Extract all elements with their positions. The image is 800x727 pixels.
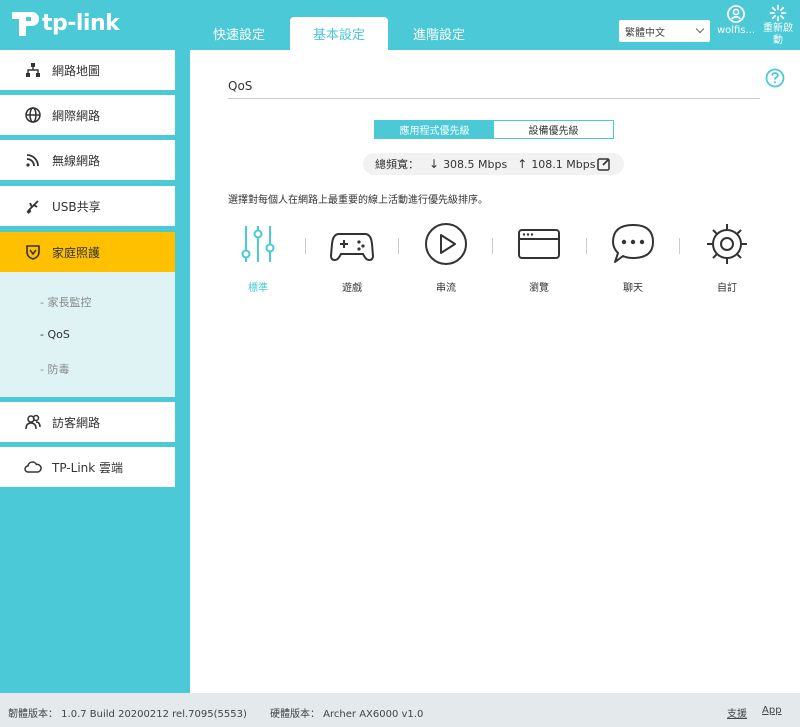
- sidebar-item-label: 訪客網路: [52, 415, 101, 430]
- upload-speed: 108.1 Mbps: [531, 157, 596, 171]
- tab-advanced[interactable]: 進階設定: [390, 17, 488, 50]
- mode-streaming[interactable]: 串流: [410, 222, 482, 294]
- hardware-version: 硬體版本： Archer AX6000 v1.0: [270, 709, 424, 720]
- tab-application-priority[interactable]: 應用程式優先級: [375, 121, 494, 138]
- bandwidth-summary: 總頻寬： ↓ 308.5 Mbps ↑ 108.1 Mbps: [363, 153, 624, 175]
- language-select[interactable]: 繁體中文: [619, 20, 710, 42]
- mode-divider: [586, 238, 587, 254]
- logo-text: tp-link: [42, 10, 120, 36]
- sidebar-item-label: 網際網路: [52, 108, 101, 123]
- download-arrow-icon: ↓: [429, 157, 440, 171]
- sidebar-item-label: 網路地圖: [52, 63, 101, 78]
- title-divider: [228, 98, 760, 99]
- sidebar-item-internet[interactable]: 網際網路: [0, 95, 175, 135]
- sidebar-item-tplink-cloud[interactable]: TP-Link 雲端: [0, 447, 175, 487]
- top-header: tp-link 快速設定 基本設定 進階設定 繁體中文 wolfis... 重新…: [0, 0, 800, 50]
- mode-divider: [398, 238, 399, 254]
- globe-icon: [22, 104, 44, 126]
- mode-divider: [305, 238, 306, 254]
- priority-mode-toggle: 應用程式優先級 設備優先級: [374, 120, 614, 139]
- edit-bandwidth-icon[interactable]: [596, 156, 612, 172]
- mode-divider: [679, 238, 680, 254]
- user-account-button[interactable]: wolfis...: [714, 4, 758, 36]
- user-account-icon: [727, 5, 745, 23]
- sidebar-item-label: 無線網路: [52, 153, 101, 168]
- tab-quick-setup[interactable]: 快速設定: [190, 17, 288, 50]
- sidebar-item-label: USB共享: [52, 199, 101, 214]
- reboot-label: 重新啟動: [763, 23, 793, 46]
- mode-label: 自訂: [717, 283, 737, 294]
- chevron-down-icon: [695, 24, 705, 34]
- sidebar-item-label: TP-Link 雲端: [52, 460, 124, 475]
- gamepad-icon: [330, 233, 374, 262]
- mode-label: 遊戲: [342, 283, 362, 294]
- main-content: QoS 應用程式優先級 設備優先級 總頻寬： ↓ 308.5 Mbps ↑ 10…: [190, 50, 800, 693]
- mode-label: 串流: [436, 283, 456, 294]
- reboot-icon: [769, 4, 787, 22]
- language-select-value: 繁體中文: [625, 27, 665, 39]
- guests-icon: [22, 411, 44, 433]
- footer: 韌體版本： 1.0.7 Build 20200212 rel.7095(5553…: [0, 693, 800, 727]
- app-link[interactable]: App: [762, 705, 782, 716]
- gear-icon: [707, 224, 747, 264]
- qos-mode-list: 標準 遊戲 串流 瀏覽 聊天 自訂: [222, 222, 782, 302]
- chat-bubble-icon: [612, 224, 654, 263]
- sidebar-item-wireless[interactable]: 無線網路: [0, 140, 175, 180]
- mode-custom[interactable]: 自訂: [691, 222, 763, 294]
- sidebar-item-network-map[interactable]: 網路地圖: [0, 50, 175, 90]
- sidebar-item-label: 家庭照護: [52, 245, 101, 260]
- top-nav-tabs: 快速設定 基本設定 進階設定: [190, 17, 490, 50]
- submenu-item-parental-controls[interactable]: - 家長監控: [40, 294, 91, 310]
- tab-device-priority[interactable]: 設備優先級: [494, 121, 613, 138]
- mode-chatting[interactable]: 聊天: [597, 222, 669, 294]
- upload-arrow-icon: ↑: [517, 157, 528, 171]
- firmware-version: 韌體版本： 1.0.7 Build 20200212 rel.7095(5553…: [8, 709, 247, 720]
- submenu-item-qos[interactable]: - QoS: [40, 328, 70, 341]
- download-speed: 308.5 Mbps: [443, 157, 508, 171]
- cloud-icon: [22, 456, 44, 478]
- sidebar-item-usb-sharing[interactable]: USB共享: [0, 186, 175, 226]
- tp-link-logo[interactable]: tp-link: [6, 6, 120, 40]
- mode-standard[interactable]: 標準: [222, 222, 294, 294]
- homecare-submenu: [0, 272, 175, 397]
- wifi-icon: [22, 149, 44, 171]
- tab-basic[interactable]: 基本設定: [290, 17, 388, 50]
- browser-window-icon: [518, 229, 560, 259]
- play-icon: [425, 223, 467, 265]
- mode-label: 瀏覽: [529, 283, 549, 294]
- usb-icon: [22, 195, 44, 217]
- bandwidth-label: 總頻寬：: [375, 158, 419, 171]
- sidebar-item-guest-network[interactable]: 訪客網路: [0, 402, 175, 442]
- submenu-item-antivirus[interactable]: - 防毒: [40, 361, 69, 377]
- shield-icon: [22, 241, 44, 263]
- page-title: QoS: [228, 79, 253, 93]
- help-icon[interactable]: [765, 68, 785, 88]
- network-map-icon: [22, 59, 44, 81]
- mode-label: 標準: [248, 283, 268, 294]
- mode-label: 聊天: [623, 283, 643, 294]
- reboot-button[interactable]: 重新啟動: [760, 4, 796, 47]
- user-account-label: wolfis...: [716, 25, 756, 36]
- tp-link-logo-icon: [12, 12, 39, 36]
- mode-gaming[interactable]: 遊戲: [316, 222, 388, 294]
- sliders-icon: [241, 226, 275, 262]
- support-link[interactable]: 支援: [727, 705, 747, 720]
- mode-browsing[interactable]: 瀏覽: [503, 222, 575, 294]
- qos-description: 選擇對每個人在網路上最重要的線上活動進行優先級排序。: [228, 195, 488, 206]
- sidebar-item-homecare[interactable]: 家庭照護: [0, 232, 175, 272]
- mode-divider: [492, 238, 493, 254]
